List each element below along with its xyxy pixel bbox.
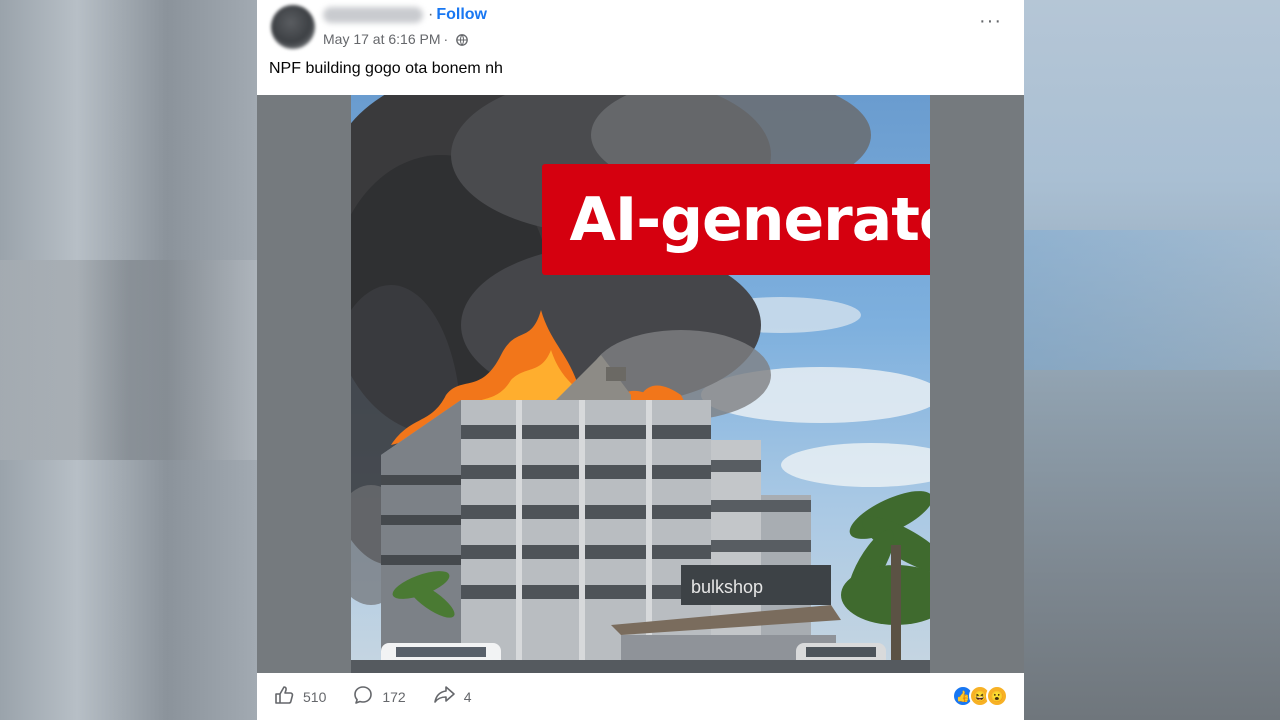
- comments-count: 172: [382, 688, 406, 705]
- store-sign: bulkshop: [691, 577, 763, 597]
- author-name-blurred[interactable]: [323, 7, 423, 23]
- avatar[interactable]: [271, 5, 315, 49]
- follow-separator: ·: [428, 6, 434, 23]
- share-icon: [432, 684, 464, 709]
- comment-icon: [352, 684, 382, 709]
- likes-count: 510: [303, 688, 327, 705]
- post-caption: NPF building gogo ota bonem nh: [269, 60, 503, 77]
- wow-reaction-icon: 😮: [986, 685, 1008, 707]
- facebook-post: · Follow May 17 at 6:16 PM · ··· NPF buil…: [257, 0, 1024, 720]
- reaction-summary[interactable]: 👍 😆 😮: [952, 685, 1008, 707]
- comment-action[interactable]: 172: [352, 684, 406, 709]
- meta-separator: ·: [443, 31, 449, 47]
- share-action[interactable]: 4: [432, 684, 472, 709]
- blurred-background-left: [0, 0, 257, 720]
- globe-icon[interactable]: [456, 33, 469, 46]
- post-timestamp[interactable]: May 17 at 6:16 PM: [323, 31, 441, 47]
- follow-label: Follow: [436, 6, 487, 23]
- shares-count: 4: [463, 688, 472, 705]
- post-meta: May 17 at 6:16 PM ·: [323, 31, 469, 47]
- post-header: · Follow May 17 at 6:16 PM · ··· NPF buil…: [257, 0, 1024, 95]
- like-action[interactable]: 510: [273, 684, 326, 709]
- follow-link[interactable]: · Follow: [428, 6, 487, 24]
- ai-generated-label: AI-generated: [542, 164, 930, 275]
- thumbs-up-icon: [273, 684, 303, 709]
- blurred-background-right: [1024, 0, 1280, 720]
- more-options-icon[interactable]: ···: [979, 10, 1002, 33]
- burning-building-photo[interactable]: bulkshop AI-generat: [351, 95, 930, 673]
- post-media[interactable]: bulkshop AI-generat: [257, 95, 1024, 673]
- post-footer: 510 172 4 👍 😆 😮: [257, 673, 1024, 720]
